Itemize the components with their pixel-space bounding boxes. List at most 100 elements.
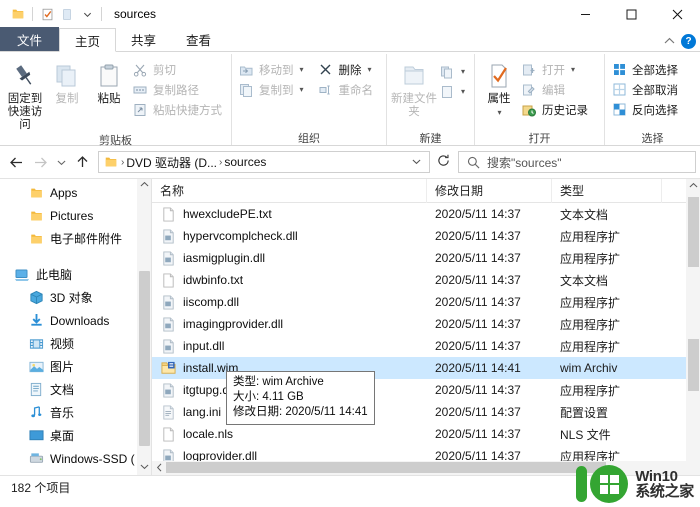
up-button[interactable]	[70, 150, 94, 174]
text-file-icon	[160, 206, 176, 222]
sidebar-item-3d-objects[interactable]: 3D 对象	[0, 286, 151, 309]
chevron-down-icon[interactable]: ▾	[461, 67, 465, 76]
sidebar-item-label: Downloads	[50, 313, 110, 328]
chevron-down-icon[interactable]	[77, 4, 97, 24]
sidebar-item-windows-ssd[interactable]: Windows-SSD (	[0, 447, 151, 470]
chevron-down-icon[interactable]	[140, 461, 149, 475]
properties-button[interactable]: 属性 ▾	[479, 57, 519, 119]
file-type-cell: 应用程序扩	[560, 295, 621, 310]
chevron-down-icon[interactable]	[406, 157, 427, 168]
copy-button[interactable]: 复制	[46, 57, 88, 106]
sidebar-item-videos[interactable]: 视频	[0, 332, 151, 355]
copy-path-button[interactable]: 复制路径	[130, 80, 227, 99]
sidebar-item-pictures[interactable]: 图片	[0, 355, 151, 378]
sidebar-item-label: 音乐	[50, 406, 75, 420]
tab-view[interactable]: 查看	[171, 27, 226, 51]
invert-selection-button[interactable]: 反向选择	[609, 100, 683, 119]
tab-home[interactable]: 主页	[59, 28, 117, 52]
edit-button[interactable]: 编辑	[519, 80, 593, 99]
sidebar-item-email-attachments[interactable]: 电子邮件附件	[0, 227, 151, 250]
nav-scrollbar-thumb[interactable]	[139, 271, 150, 446]
file-list-scrollbar-thumb[interactable]	[688, 197, 699, 267]
chevron-left-icon[interactable]	[152, 463, 166, 474]
paste-shortcut-button[interactable]: 粘贴快捷方式	[130, 100, 227, 119]
breadcrumb-item-drive[interactable]: DVD 驱动器 (D...	[126, 154, 217, 171]
table-row[interactable]: input.dll 2020/5/11 14:37 应用程序扩	[152, 335, 700, 357]
chevron-down-icon[interactable]: ▾	[497, 106, 501, 119]
copy-label: 复制	[55, 93, 79, 105]
wim-archive-icon	[160, 360, 176, 376]
rename-label: 重命名	[338, 84, 374, 97]
rename-button[interactable]: 重命名	[316, 80, 379, 99]
table-row[interactable]: hypervcomplcheck.dll 2020/5/11 14:37 应用程…	[152, 225, 700, 247]
move-to-icon	[238, 62, 254, 78]
file-list-hscrollbar[interactable]	[152, 461, 700, 475]
dll-file-icon	[160, 228, 176, 244]
sidebar-item-downloads[interactable]: Downloads	[0, 309, 151, 332]
chevron-down-icon[interactable]: ▾	[571, 65, 575, 74]
chevron-down-icon[interactable]: ▾	[368, 65, 372, 74]
properties-icon[interactable]	[37, 4, 57, 24]
file-list-scrollbar-thumb-lower[interactable]	[688, 339, 699, 391]
address-path-box[interactable]: › DVD 驱动器 (D... › sources	[98, 151, 430, 173]
table-row[interactable]: iiscomp.dll 2020/5/11 14:37 应用程序扩	[152, 291, 700, 313]
recent-locations-button[interactable]	[52, 150, 70, 174]
help-button[interactable]: ?	[681, 34, 696, 49]
sidebar-item-desktop[interactable]: 桌面	[0, 424, 151, 447]
cut-button[interactable]: 剪切	[130, 60, 227, 79]
ribbon-group-organize: 移动到 ▾ 复制到 ▾ 删除 ▾ 重命名 组织	[232, 54, 387, 145]
pin-to-quick-access-button[interactable]: 固定到快速访问	[4, 57, 46, 132]
table-row[interactable]: locale.nls 2020/5/11 14:37 NLS 文件	[152, 423, 700, 445]
table-row[interactable]: hwexcludePE.txt 2020/5/11 14:37 文本文档	[152, 203, 700, 225]
file-name: input.dll	[183, 339, 225, 353]
file-date-cell: 2020/5/11 14:37	[435, 251, 521, 265]
maximize-button[interactable]	[608, 0, 654, 28]
column-header-name[interactable]: 名称	[152, 179, 427, 203]
table-row[interactable]: iasmigplugin.dll 2020/5/11 14:37 应用程序扩	[152, 247, 700, 269]
table-row[interactable]: idwbinfo.txt 2020/5/11 14:37 文本文档	[152, 269, 700, 291]
edit-label: 编辑	[542, 84, 565, 97]
chevron-down-icon[interactable]: ▾	[461, 87, 465, 96]
refresh-icon[interactable]	[432, 154, 454, 170]
chevron-down-icon[interactable]: ▾	[300, 65, 304, 74]
select-all-button[interactable]: 全部选择	[609, 60, 683, 79]
table-row[interactable]: imagingprovider.dll 2020/5/11 14:37 应用程序…	[152, 313, 700, 335]
copy-to-button[interactable]: 复制到 ▾	[236, 80, 309, 99]
sidebar-item-apps[interactable]: Apps	[0, 181, 151, 204]
forward-button[interactable]	[28, 150, 52, 174]
new-folder-icon[interactable]	[57, 4, 77, 24]
tooltip-modified: 修改日期: 2020/5/11 14:41	[233, 406, 368, 418]
chevron-down-icon[interactable]: ▾	[300, 85, 304, 94]
folder-icon[interactable]	[8, 4, 28, 24]
open-button[interactable]: 打开 ▾	[519, 60, 593, 79]
breadcrumb-separator[interactable]: ›	[219, 157, 222, 168]
chevron-up-icon[interactable]	[664, 36, 675, 48]
new-item-button[interactable]: ▾	[437, 62, 470, 81]
sidebar-item-documents[interactable]: 文档	[0, 378, 151, 401]
tab-share[interactable]: 共享	[116, 27, 171, 51]
easy-access-button[interactable]: ▾	[437, 82, 470, 101]
new-folder-button[interactable]: 新建文件夹	[391, 57, 437, 119]
select-none-button[interactable]: 全部取消	[609, 80, 683, 99]
sidebar-item-pictures-fav[interactable]: Pictures	[0, 204, 151, 227]
history-button[interactable]: 历史记录	[519, 100, 593, 119]
sidebar-item-music[interactable]: 音乐	[0, 401, 151, 424]
breadcrumb-item-sources[interactable]: sources	[224, 155, 266, 169]
search-input[interactable]: 搜索"sources"	[458, 151, 696, 173]
minimize-button[interactable]	[562, 0, 608, 28]
paste-button[interactable]: 粘贴	[88, 57, 130, 106]
tab-file[interactable]: 文件	[0, 27, 60, 51]
column-header-date[interactable]: 修改日期	[427, 179, 552, 203]
back-button[interactable]	[4, 150, 28, 174]
close-button[interactable]	[654, 0, 700, 28]
chevron-up-icon[interactable]	[140, 179, 149, 193]
copy-to-icon	[238, 82, 254, 98]
move-to-button[interactable]: 移动到 ▾	[236, 60, 309, 79]
column-header-type[interactable]: 类型	[552, 179, 662, 203]
file-name: iasmigplugin.dll	[183, 251, 266, 265]
sidebar-item-this-pc[interactable]: 此电脑	[0, 263, 151, 286]
delete-button[interactable]: 删除 ▾	[316, 60, 379, 79]
organize-group-label: 组织	[298, 133, 320, 145]
file-list-hscrollbar-thumb[interactable]	[166, 462, 606, 473]
chevron-up-icon[interactable]	[686, 179, 700, 193]
